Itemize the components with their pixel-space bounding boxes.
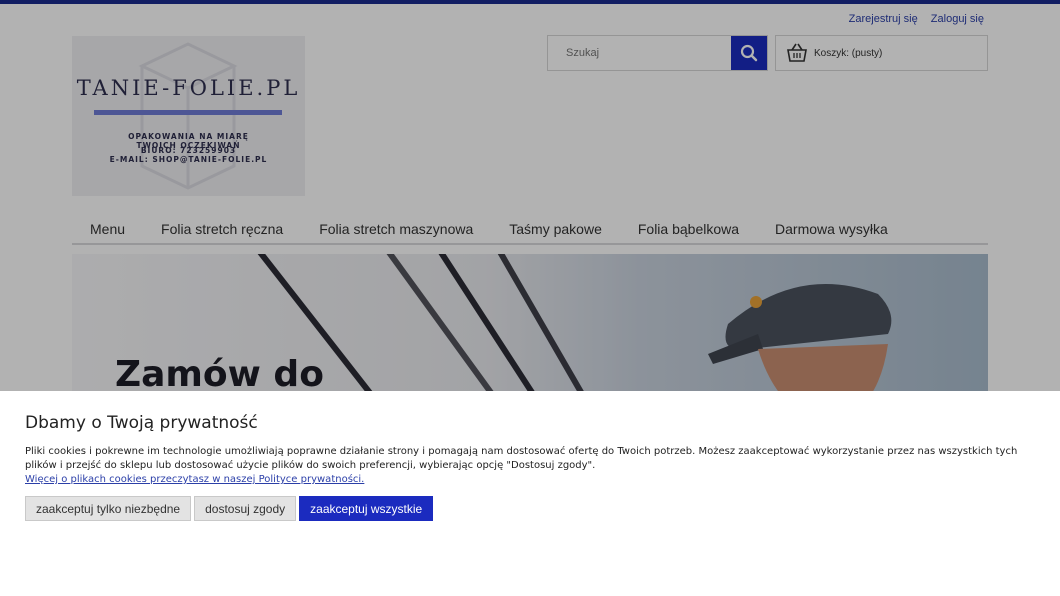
cookie-buttons: zaakceptuj tylko niezbędne dostosuj zgod…: [25, 496, 436, 521]
customize-consents-button[interactable]: dostosuj zgody: [194, 496, 297, 521]
cookie-title: Dbamy o Twoją prywatność: [25, 413, 258, 433]
privacy-policy-link[interactable]: Więcej o plikach cookies przeczytasz w n…: [25, 473, 1035, 487]
cookie-description: Pliki cookies i pokrewne im technologie …: [25, 446, 1018, 471]
accept-all-button[interactable]: zaakceptuj wszystkie: [299, 496, 434, 521]
accept-necessary-button[interactable]: zaakceptuj tylko niezbędne: [25, 496, 192, 521]
cookie-consent-panel: Dbamy o Twoją prywatność Pliki cookies i…: [0, 391, 1060, 596]
